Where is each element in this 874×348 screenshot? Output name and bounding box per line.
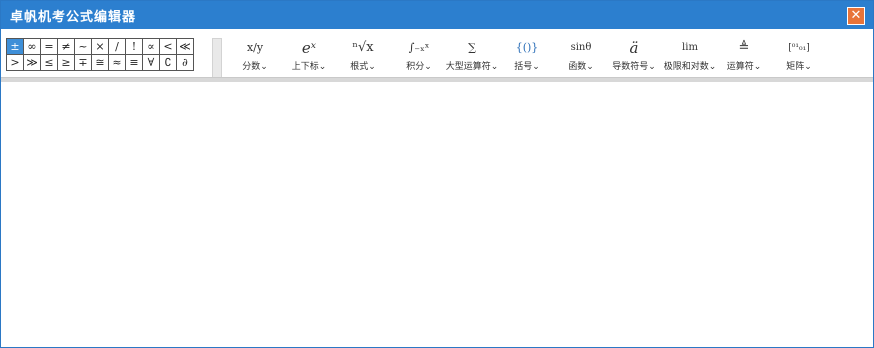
- radical-icon: ⁿ√x: [352, 40, 374, 55]
- symbol-equals[interactable]: =: [41, 39, 58, 55]
- radical-button[interactable]: ⁿ√x 根式⌄: [343, 38, 383, 72]
- symbol-greater-equal[interactable]: ≥: [58, 55, 75, 71]
- accent-label: 导数符号⌄: [612, 62, 656, 72]
- symbol-approx[interactable]: ≈: [109, 55, 126, 71]
- bracket-icon: {()}: [515, 41, 539, 54]
- fraction-icon: x/y: [246, 41, 264, 54]
- matrix-icon: [⁰¹₀₁]: [788, 43, 810, 53]
- integral-label: 积分⌄: [406, 62, 432, 72]
- formula-editor-window: 卓帆机考公式编辑器 ✕ ± ∞ = ≠ ~ × / ! ∝ < ≪ > ≫ ≤ …: [0, 0, 874, 348]
- symbol-factorial[interactable]: !: [126, 39, 143, 55]
- symbol-for-all[interactable]: ∀: [143, 55, 160, 71]
- symbol-slash[interactable]: /: [109, 39, 126, 55]
- matrix-label: 矩阵⌄: [786, 62, 812, 72]
- large-operator-button[interactable]: ∑ 大型运算符⌄: [443, 38, 501, 72]
- limit-log-icon: lim: [682, 42, 698, 53]
- limit-log-button[interactable]: lim 极限和对数⌄: [661, 38, 719, 72]
- function-button[interactable]: sinθ 函数⌄: [561, 38, 601, 72]
- large-operator-icon: ∑: [468, 41, 476, 54]
- symbol-minus-plus[interactable]: ∓: [75, 55, 92, 71]
- fraction-label: 分数⌄: [242, 62, 268, 72]
- limit-log-label: 极限和对数⌄: [663, 62, 717, 72]
- script-label: 上下标⌄: [291, 62, 327, 72]
- symbol-proportional[interactable]: ∝: [143, 39, 160, 55]
- symbol-palette: ± ∞ = ≠ ~ × / ! ∝ < ≪ > ≫ ≤ ≥ ∓ ≅ ≈ ≡ ∀ …: [6, 38, 194, 71]
- radical-label: 根式⌄: [350, 62, 376, 72]
- operator-icon: ≜: [738, 40, 750, 55]
- operator-button[interactable]: ≜ 运算符⌄: [723, 38, 765, 72]
- function-icon: sinθ: [570, 42, 592, 53]
- symbol-greater-than[interactable]: >: [7, 55, 24, 71]
- symbol-tilde[interactable]: ~: [75, 39, 92, 55]
- symbol-partial[interactable]: ∂: [177, 55, 194, 71]
- title-bar[interactable]: 卓帆机考公式编辑器 ✕: [1, 1, 873, 29]
- symbol-less-than[interactable]: <: [160, 39, 177, 55]
- palette-scrollbar[interactable]: [212, 38, 222, 78]
- operator-label: 运算符⌄: [726, 62, 762, 72]
- accent-button[interactable]: ä 导数符号⌄: [611, 38, 657, 72]
- bracket-label: 括号⌄: [514, 62, 540, 72]
- symbol-congruent[interactable]: ≅: [92, 55, 109, 71]
- toolbar: ± ∞ = ≠ ~ × / ! ∝ < ≪ > ≫ ≤ ≥ ∓ ≅ ≈ ≡ ∀ …: [1, 29, 873, 82]
- script-button[interactable]: eˣ 上下标⌄: [287, 38, 331, 72]
- script-icon: eˣ: [301, 39, 317, 57]
- symbol-less-equal[interactable]: ≤: [41, 55, 58, 71]
- symbol-complement[interactable]: ∁: [160, 55, 177, 71]
- function-label: 函数⌄: [568, 62, 594, 72]
- toolbar-divider: [1, 77, 873, 82]
- window-title: 卓帆机考公式编辑器: [10, 10, 137, 25]
- symbol-not-equal[interactable]: ≠: [58, 39, 75, 55]
- fraction-button[interactable]: x/y 分数⌄: [235, 38, 275, 72]
- accent-icon: ä: [629, 39, 639, 57]
- integral-button[interactable]: ∫₋ₓˣ 积分⌄: [399, 38, 439, 72]
- symbol-much-less[interactable]: ≪: [177, 39, 194, 55]
- bracket-button[interactable]: {()} 括号⌄: [507, 38, 547, 72]
- symbol-much-greater[interactable]: ≫: [24, 55, 41, 71]
- symbol-times[interactable]: ×: [92, 39, 109, 55]
- matrix-button[interactable]: [⁰¹₀₁] 矩阵⌄: [779, 38, 819, 72]
- symbol-plus-minus[interactable]: ±: [7, 39, 24, 55]
- symbol-identical[interactable]: ≡: [126, 55, 143, 71]
- large-operator-label: 大型运算符⌄: [445, 62, 499, 72]
- symbol-infinity[interactable]: ∞: [24, 39, 41, 55]
- formula-editing-area[interactable]: [4, 83, 870, 345]
- integral-icon: ∫₋ₓˣ: [408, 41, 430, 54]
- close-button[interactable]: ✕: [847, 7, 865, 25]
